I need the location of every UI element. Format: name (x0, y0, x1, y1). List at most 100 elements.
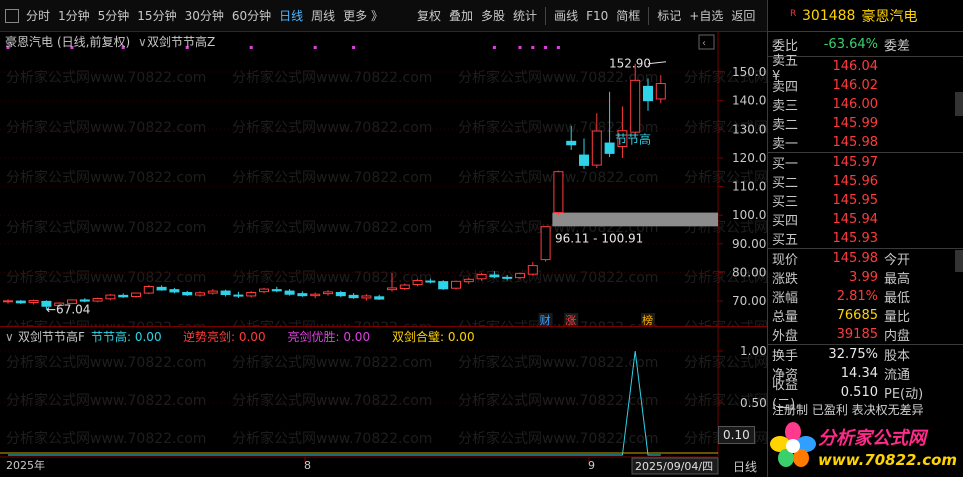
candle-body[interactable] (540, 226, 551, 261)
flower-logo-icon (770, 422, 816, 467)
candle-body[interactable] (412, 279, 423, 285)
candle-body[interactable] (348, 294, 359, 299)
btn-watchlist[interactable]: +自选 (685, 5, 727, 27)
candle-body[interactable] (335, 292, 346, 297)
tab-30min[interactable]: 30分钟 (181, 5, 228, 27)
tab-weekly[interactable]: 周线 (307, 5, 339, 27)
tab-5min[interactable]: 5分钟 (94, 5, 134, 27)
price-tick-label: 80.00 (732, 265, 766, 279)
btn-draw[interactable]: 画线 (550, 5, 582, 27)
candle-body[interactable] (387, 287, 397, 291)
indicator-chart[interactable]: 分析家公式网www.70822.com 分析家公式网www.70822.com 分析… (0, 327, 767, 457)
candle-body[interactable] (259, 288, 269, 293)
candle-body[interactable] (463, 278, 474, 283)
candle-body[interactable] (105, 294, 116, 300)
price-stats: 现价 145.98 今开 涨跌 3.99 最高 涨幅 2.81% 最低 总量 76685 量比 外盘 39… (768, 249, 963, 344)
layout-checkbox[interactable] (5, 8, 19, 23)
side-scroll-mark[interactable] (955, 250, 963, 272)
price-tick-label: 120.00 (732, 151, 767, 165)
candle-body[interactable] (502, 276, 513, 279)
candle-body[interactable] (233, 294, 244, 297)
price-tick-label: 140.00 (732, 94, 767, 108)
sell-orders: 卖五 ¥146.04 卖四 146.02 卖三 146.00 卖二 145.99 卖一 145.… (768, 54, 963, 153)
btn-simple[interactable]: 简框 (612, 5, 644, 27)
candle-body[interactable] (489, 274, 500, 278)
quote-label: 买四 (772, 214, 799, 229)
candle-body[interactable] (118, 294, 129, 298)
logo-url: www.70822.com (818, 451, 958, 469)
candle-body[interactable] (399, 284, 410, 289)
indicator-chevron-icon[interactable]: ∨ (5, 330, 14, 344)
quote-row: 卖三 146.00 (768, 95, 963, 114)
candle-body[interactable] (515, 273, 525, 279)
tab-60min[interactable]: 60分钟 (228, 5, 275, 27)
candle-body[interactable] (297, 293, 308, 297)
candle-body[interactable] (655, 83, 666, 100)
quote-label: 涨跌 (772, 272, 799, 287)
time-label-aug: 8 (304, 459, 311, 472)
candle-body[interactable] (361, 295, 372, 299)
candle-body[interactable] (579, 154, 589, 166)
candle-body[interactable] (374, 296, 385, 300)
signal-dot (544, 46, 548, 49)
candle-body[interactable] (284, 290, 295, 295)
candle-body[interactable] (143, 285, 154, 294)
candle-body[interactable] (527, 265, 538, 275)
candle-body[interactable] (156, 286, 167, 291)
btn-back[interactable]: 返回 (727, 5, 759, 27)
side-scroll-mark[interactable] (955, 92, 963, 116)
quote-row: 买一 145.97 (768, 153, 963, 172)
candle-body[interactable] (271, 289, 282, 292)
candle-body[interactable] (92, 298, 103, 302)
signal-label: 节节高 (615, 132, 651, 147)
time-label-sep: 9 (588, 459, 595, 472)
tab-fenshi[interactable]: 分时 (22, 5, 54, 27)
candle-body[interactable] (591, 130, 602, 166)
candle-body[interactable] (79, 299, 90, 302)
period-label[interactable]: 日线 (733, 458, 757, 475)
kline-chart[interactable]: 分析家公式网www.70822.com 分析家公式网www.70822.com 分析… (0, 32, 767, 327)
candle-body[interactable] (246, 292, 257, 297)
candle-body[interactable] (451, 280, 461, 289)
candle-body[interactable] (207, 290, 218, 294)
tab-more[interactable]: 更多 》 (339, 5, 387, 27)
quote-row: 买四 145.94 (768, 210, 963, 229)
candle-body[interactable] (169, 289, 180, 293)
candle-body[interactable] (643, 85, 653, 102)
quote-label-2: 今开 (884, 253, 911, 268)
chevron-down-icon[interactable]: ∨ (138, 35, 147, 49)
candle-body[interactable] (476, 273, 487, 280)
btn-restore[interactable]: 复权 (413, 5, 445, 27)
btn-overlay[interactable]: 叠加 (445, 5, 477, 27)
zoom-value: 0.10 (718, 426, 755, 444)
indicator-name[interactable]: 双剑节节高Z (147, 34, 215, 49)
candle-body[interactable] (553, 171, 564, 214)
tab-15min[interactable]: 15分钟 (133, 5, 180, 27)
candle-body[interactable] (323, 291, 333, 295)
candle-body[interactable] (182, 292, 193, 296)
quote-label: 现价 (772, 253, 799, 268)
watermark-text: 分析家公式网www.70822.com (6, 119, 206, 136)
candle-body[interactable] (566, 140, 577, 146)
candle-body[interactable] (310, 293, 321, 297)
candle-body[interactable] (438, 281, 449, 290)
watermark-text: 分析家公式网www.70822.com (232, 169, 432, 186)
candle-body[interactable] (131, 292, 141, 298)
candle-body[interactable] (220, 290, 231, 296)
quote-label: 涨幅 (772, 291, 799, 306)
candle-body[interactable] (604, 142, 615, 154)
btn-stats[interactable]: 统计 (509, 5, 541, 27)
candle-body[interactable] (630, 79, 641, 133)
btn-mark[interactable]: 标记 (653, 5, 685, 27)
candle-body[interactable] (425, 280, 436, 283)
btn-multi[interactable]: 多股 (477, 5, 509, 27)
candle-body[interactable] (15, 300, 26, 304)
tab-daily[interactable]: 日线 (275, 5, 307, 27)
candle-body[interactable] (3, 300, 13, 303)
quote-label-2: 量比 (884, 310, 911, 325)
event-marker-text: 榜 (642, 313, 653, 327)
candle-body[interactable] (28, 300, 39, 304)
tab-1min[interactable]: 1分钟 (54, 5, 94, 27)
btn-f10[interactable]: F10 (582, 5, 612, 27)
candle-body[interactable] (195, 292, 205, 296)
